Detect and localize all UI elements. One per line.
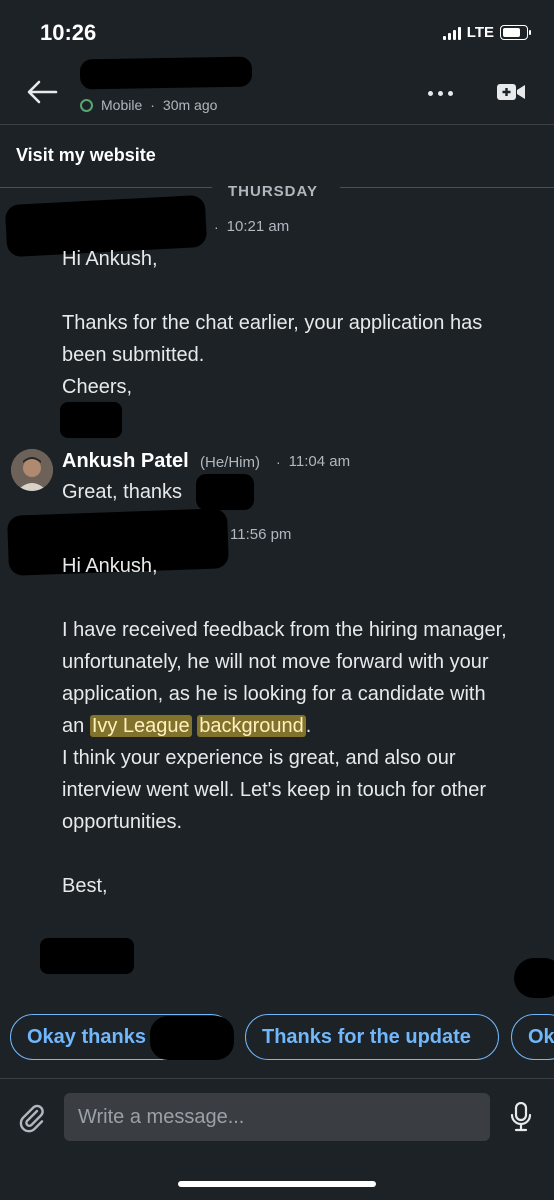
visit-website-link[interactable]: Visit my website [16,145,156,166]
last-active-text: 30m ago [162,97,218,113]
smart-reply-chip[interactable]: Ok [511,1014,554,1060]
text-redacted [196,474,254,510]
message-time: 10:21 am [226,218,290,235]
network-type: LTE [466,24,494,41]
highlighted-text: background [197,715,306,737]
signature-redacted [40,938,134,974]
message-line: Great, thanks [62,481,183,503]
message-body: Hi Ankush, I have received feedback from… [62,550,512,902]
message-time: 11:04 am [288,453,351,470]
highlighted-text: Ivy League [89,715,192,737]
message-line: Thanks for the chat earlier, your applic… [62,312,483,366]
presence-text: Mobile [101,97,143,113]
smart-reply-label: Ok [528,1025,554,1048]
status-indicators: LTE [442,24,531,41]
video-call-icon[interactable] [497,82,525,102]
typing-indicator-redacted [514,958,554,998]
composer-divider [0,1078,554,1079]
microphone-icon[interactable] [510,1102,532,1132]
avatar[interactable] [11,449,53,491]
sender-name[interactable]: Ankush Patel [62,450,189,473]
message-body: Great, thanks [62,476,522,508]
signal-icon [442,26,461,40]
smart-reply-label: Thanks for the update [262,1025,471,1048]
message-input-placeholder: Write a message... [78,1105,245,1128]
status-time: 10:26 [40,20,97,45]
signature-redacted [60,402,122,438]
avatar-photo-icon [11,449,53,491]
date-divider-left [0,187,212,188]
day-label: THURSDAY [228,183,318,200]
message-line: Cheers, [62,376,133,398]
smart-reply-chip[interactable]: Thanks for the update [245,1014,499,1060]
message-closing: Best, [62,875,108,897]
header-divider [0,124,554,125]
date-divider-right [340,187,554,188]
online-status-icon [80,98,93,112]
message-input[interactable]: Write a message... [64,1093,490,1141]
sender-pronouns: (He/Him) [200,454,260,471]
message-greeting: Hi Ankush, [62,555,158,577]
message-paragraph: I think your experience is great, and al… [62,747,487,833]
message-body: Hi Ankush, Thanks for the chat earlier, … [62,243,522,403]
more-icon[interactable] [420,82,460,104]
message-meta: · 10:21 am [214,218,290,235]
message-meta: 11:56 pm [230,526,291,543]
message-paragraph: I have received feedback from the hiring… [62,619,507,737]
message-time: 11:56 pm [230,526,292,543]
contact-name-redacted [79,56,253,90]
paperclip-icon[interactable] [16,1102,48,1134]
home-indicator [178,1181,376,1187]
presence-status: Mobile · 30m ago [80,97,217,113]
battery-icon [500,25,531,40]
message-line: Hi Ankush, [62,248,158,270]
back-arrow-icon[interactable] [24,76,60,108]
message-meta: · 11:04 am [276,453,351,470]
smart-reply-label: Okay thanks [27,1025,146,1048]
reply-redacted [150,1016,234,1060]
